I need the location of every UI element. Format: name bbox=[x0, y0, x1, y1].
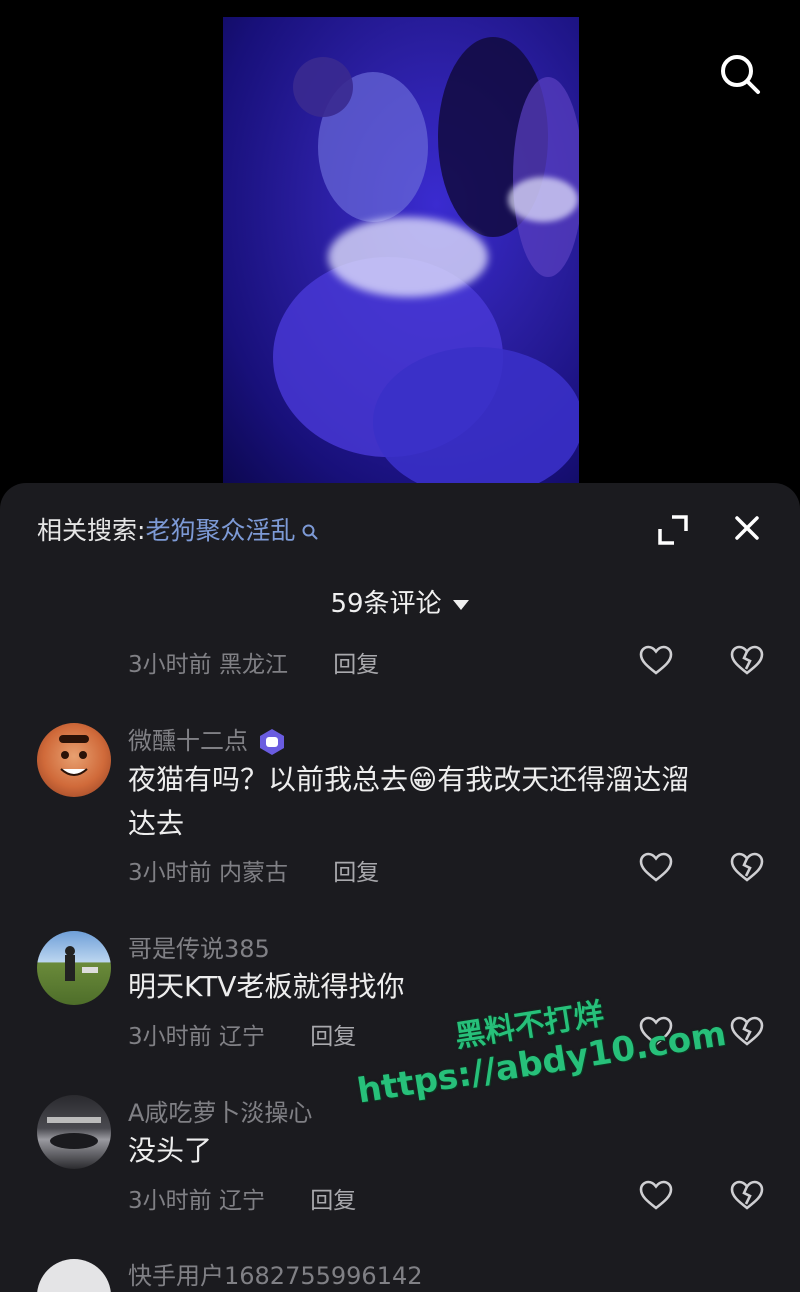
comment-time: 3小时前 bbox=[128, 1024, 212, 1050]
reply-button[interactable]: 回复 bbox=[310, 1188, 356, 1214]
broken-heart-icon[interactable] bbox=[730, 1016, 764, 1046]
related-search-label: 相关搜索: bbox=[37, 516, 146, 545]
comment-count-label: 59条评论 bbox=[330, 589, 442, 619]
reply-button[interactable]: 回复 bbox=[333, 860, 379, 886]
avatar[interactable] bbox=[37, 723, 111, 797]
comment-text: 夜猫有吗？以前我总去😁有我改天还得溜达溜 达去 bbox=[128, 758, 768, 846]
related-search[interactable]: 相关搜索:老狗聚众淫乱 bbox=[37, 511, 319, 547]
related-search-keyword[interactable]: 老狗聚众淫乱 bbox=[145, 516, 295, 545]
comment-location: 内蒙古 bbox=[218, 860, 288, 886]
comment-username[interactable]: 快手用户1682755996142 bbox=[128, 1256, 423, 1291]
comment-time: 3小时前 bbox=[128, 652, 212, 678]
comment-username[interactable]: 微醺十二点 bbox=[128, 721, 286, 756]
avatar[interactable] bbox=[37, 1259, 111, 1292]
comment-meta: 3小时前 辽宁 回复 bbox=[128, 1181, 356, 1215]
comment-text: 明天KTV老板就得找你 bbox=[128, 970, 405, 1003]
comment-text: 没头了 bbox=[128, 1134, 213, 1167]
small-search-icon bbox=[302, 524, 318, 540]
expand-icon[interactable] bbox=[656, 513, 690, 547]
video-player[interactable] bbox=[223, 17, 579, 485]
comment-location: 黑龙江 bbox=[218, 652, 288, 678]
search-icon[interactable] bbox=[716, 50, 764, 98]
comment-text-line: 夜猫有吗？以前我总去😁有我改天还得溜达溜 bbox=[128, 763, 690, 796]
comment-username[interactable]: 哥是传说385 bbox=[128, 929, 270, 964]
comment-time: 3小时前 bbox=[128, 860, 212, 886]
comment-time: 3小时前 bbox=[128, 1188, 212, 1214]
close-icon[interactable] bbox=[732, 513, 762, 543]
heart-icon[interactable] bbox=[639, 1180, 673, 1210]
broken-heart-icon[interactable] bbox=[730, 645, 764, 675]
reply-button[interactable]: 回复 bbox=[333, 652, 379, 678]
comment-location: 辽宁 bbox=[218, 1188, 265, 1214]
caret-down-icon bbox=[452, 599, 469, 610]
heart-icon[interactable] bbox=[639, 852, 673, 882]
username-text: 微醺十二点 bbox=[128, 727, 248, 755]
comment-meta: 3小时前 黑龙江 回复 bbox=[128, 645, 379, 679]
avatar[interactable] bbox=[37, 1095, 111, 1169]
comment-meta: 3小时前 内蒙古 回复 bbox=[128, 853, 379, 887]
comment-meta: 3小时前 辽宁 回复 bbox=[128, 1017, 356, 1051]
comment-location: 辽宁 bbox=[218, 1024, 265, 1050]
comment-text-line: 达去 bbox=[128, 807, 185, 840]
avatar[interactable] bbox=[37, 931, 111, 1005]
video-area[interactable] bbox=[0, 0, 800, 500]
broken-heart-icon[interactable] bbox=[730, 852, 764, 882]
broken-heart-icon[interactable] bbox=[730, 1180, 764, 1210]
comment-username[interactable]: A咸吃萝卜淡操心 bbox=[128, 1093, 312, 1128]
comment-panel: 相关搜索:老狗聚众淫乱 59条评论 3小时前 黑龙江 回复 微醺十二点 夜猫有吗… bbox=[0, 483, 800, 1292]
comment-count[interactable]: 59条评论 bbox=[0, 583, 800, 620]
heart-icon[interactable] bbox=[639, 645, 673, 675]
level-badge-icon bbox=[260, 729, 284, 755]
